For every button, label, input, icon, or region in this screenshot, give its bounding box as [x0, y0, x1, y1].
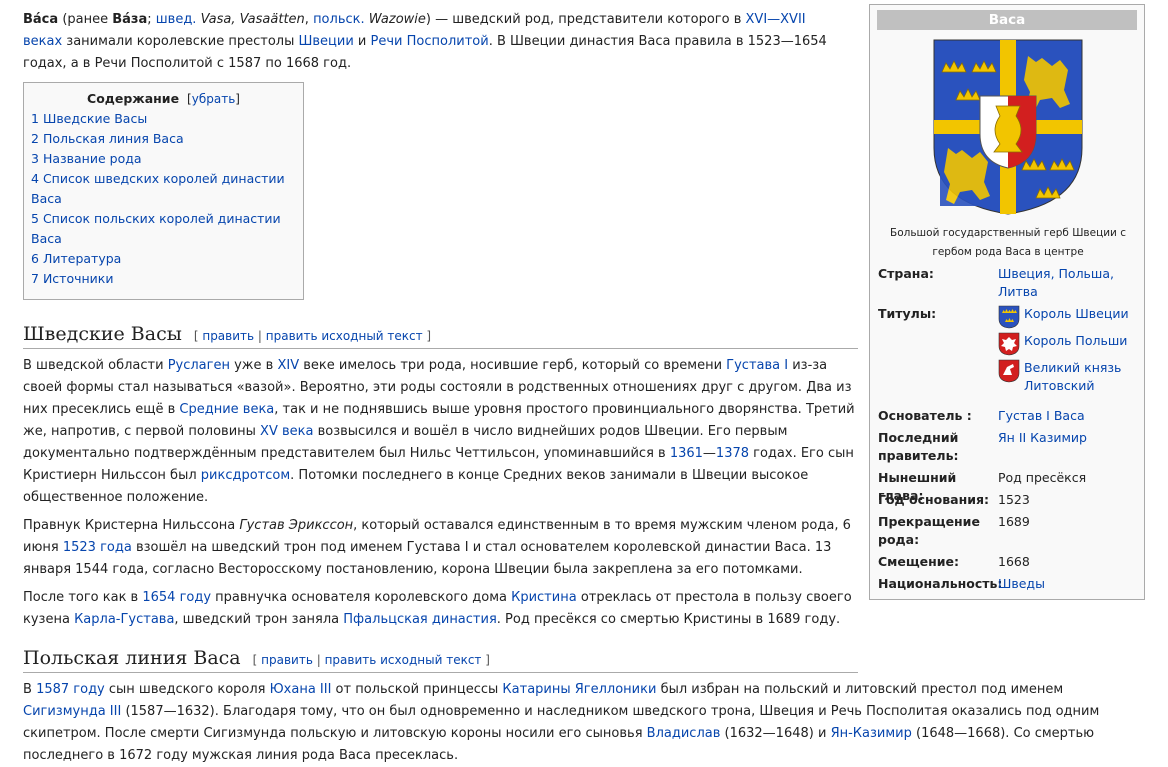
article-body: Ва́са (ранее Ва́за; швед. Vasa, Vasaätte… [23, 9, 1099, 767]
country-links[interactable]: Швеция, Польша, Литва [998, 266, 1114, 299]
lang-swedish-link[interactable]: швед. [156, 12, 197, 27]
xiv-century-link[interactable]: XIV [277, 358, 299, 373]
section-heading: Польская линия Васа[ править | править и… [23, 647, 858, 673]
toc-title: Содержание [87, 91, 180, 106]
lang-polish-link[interactable]: польск. [313, 12, 365, 27]
edit-link[interactable]: править [261, 653, 313, 667]
palatinate-dynasty-link[interactable]: Пфальцская династия [343, 612, 497, 627]
section-polish-line: Польская линия Васа[ править | править и… [23, 647, 1143, 767]
toc-toggle[interactable]: [убрать] [187, 92, 240, 106]
nationality-link[interactable]: Шведы [998, 576, 1045, 591]
coat-of-arms-caption: Большой государственный герб Швеции с ге… [890, 227, 1126, 258]
charles-gustav-link[interactable]: Карла-Густава [74, 612, 174, 627]
lithuanian-arms-icon [998, 359, 1020, 383]
title-item[interactable]: Король Швеции [998, 305, 1142, 329]
paragraph: В шведской области Руслаген уже в XIV ве… [23, 358, 855, 505]
gustav-i-link[interactable]: Густава I [726, 358, 788, 373]
title-item[interactable]: Великий князь Литовский [998, 359, 1142, 395]
catherine-jagiellon-link[interactable]: Катарины Ягеллоники [502, 682, 656, 697]
johan-iii-link[interactable]: Юхана III [270, 682, 332, 697]
toc-item[interactable]: 1 Шведские Васы [31, 109, 296, 129]
paragraph: Правнук Кристерна Нильссона Густав Эрикс… [23, 518, 851, 577]
last-ruler-link[interactable]: Ян II Казимир [998, 430, 1087, 445]
edit-source-link[interactable]: править исходный текст [325, 653, 482, 667]
sweden-link[interactable]: Швеции [298, 34, 353, 49]
year-1654-link[interactable]: 1654 году [142, 590, 211, 605]
infobox-title: Васа [877, 10, 1137, 30]
edit-section-links: [ править | править исходный текст ] [252, 653, 490, 667]
former-name: Ва́за [112, 12, 148, 27]
toc-item[interactable]: 4 Список шведских королей династии Васа [31, 169, 296, 209]
paragraph: В 1587 году сын шведского короля Юхана I… [23, 682, 1100, 763]
toc-item[interactable]: 7 Источники [31, 269, 296, 289]
table-of-contents: Содержание [убрать] 1 Шведские Васы 2 Польс… [23, 82, 304, 300]
coat-of-arms-icon[interactable] [932, 38, 1084, 216]
edit-section-links: [ править | править исходный текст ] [193, 329, 432, 343]
title-item[interactable]: Король Польши [998, 332, 1142, 356]
rzeczpospolita-link[interactable]: Речи Посполитой [371, 34, 489, 49]
riksdrots-link[interactable]: риксдротсом [201, 468, 290, 483]
founder-link[interactable]: Густав I Васа [998, 408, 1085, 423]
christina-link[interactable]: Кристина [511, 590, 577, 605]
toc-item[interactable]: 3 Название рода [31, 149, 296, 169]
middle-ages-link[interactable]: Средние века [179, 402, 274, 417]
article-subject: Ва́са [23, 12, 59, 27]
edit-source-link[interactable]: править исходный текст [266, 329, 423, 343]
sigismund-iii-link[interactable]: Сигизмунда III [23, 704, 121, 719]
edit-link[interactable]: править [202, 329, 254, 343]
intro-paragraph: Ва́са (ранее Ва́за; швед. Vasa, Vasaätte… [23, 12, 827, 71]
paragraph: После того как в 1654 году правнучка осн… [23, 590, 852, 627]
swedish-arms-icon [998, 305, 1020, 329]
polish-arms-icon [998, 332, 1020, 356]
year-1378-link[interactable]: 1378 [716, 446, 749, 461]
section-heading: Шведские Васы[ править | править исходны… [23, 323, 858, 349]
section-swedish-vasas: Шведские Васы[ править | править исходны… [23, 323, 858, 631]
year-1361-link[interactable]: 1361 [670, 446, 703, 461]
toc-item[interactable]: 6 Литература [31, 249, 296, 269]
toc-hide-link[interactable]: убрать [192, 92, 236, 106]
toc-header: Содержание [убрать] [31, 91, 296, 106]
xv-century-link[interactable]: XV века [260, 424, 313, 439]
year-1587-link[interactable]: 1587 году [36, 682, 105, 697]
year-1523-link[interactable]: 1523 года [63, 540, 132, 555]
roslagen-link[interactable]: Руслаген [168, 358, 230, 373]
infobox: Васа Большой государственный герб Швеции… [869, 4, 1145, 600]
toc-item[interactable]: 2 Польская линия Васа [31, 129, 296, 149]
toc-item[interactable]: 5 Список польских королей династии Васа [31, 209, 296, 249]
